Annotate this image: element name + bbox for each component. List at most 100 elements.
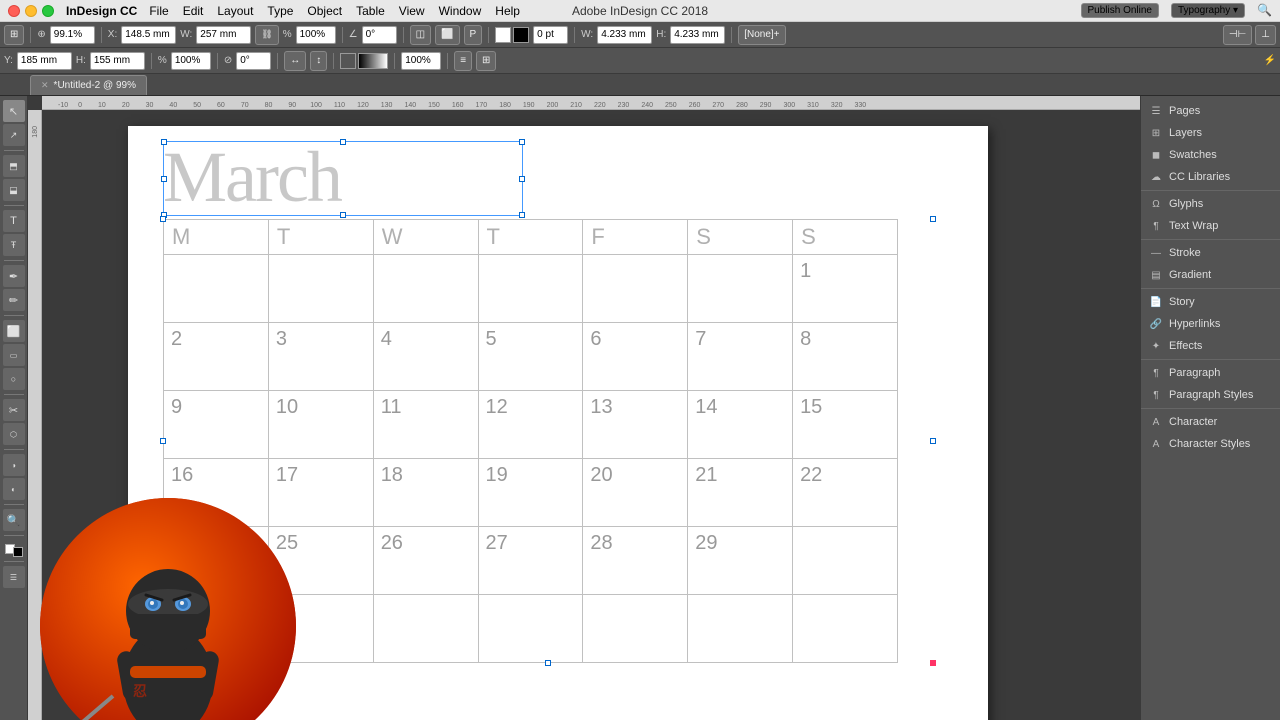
document-tab[interactable]: ✕ *Untitled-2 @ 99%	[30, 75, 147, 95]
angle-input[interactable]	[362, 26, 397, 44]
scale-x-input[interactable]	[296, 26, 336, 44]
x-input[interactable]	[121, 26, 176, 44]
calendar-day[interactable]: 7	[688, 323, 793, 391]
calendar-day[interactable]: 26	[373, 527, 478, 595]
calendar-day[interactable]: 8	[793, 323, 898, 391]
align-left-btn[interactable]: ◫	[410, 25, 431, 45]
calendar-day[interactable]: 1	[793, 255, 898, 323]
type-path-tool[interactable]: Ŧ	[3, 234, 25, 256]
publish-online-btn[interactable]: Publish Online	[1081, 3, 1159, 18]
shear-input[interactable]	[236, 52, 271, 70]
panel-character-styles[interactable]: A Character Styles	[1141, 433, 1280, 455]
panel-gradient[interactable]: ▤ Gradient	[1141, 264, 1280, 286]
calendar-day[interactable]: 13	[583, 391, 688, 459]
menu-file[interactable]: File	[149, 4, 168, 18]
view-mode-btn[interactable]: ☰	[3, 566, 25, 588]
panel-swatches[interactable]: ◼ Swatches	[1141, 144, 1280, 166]
table-handle-tl[interactable]	[160, 216, 166, 222]
y-input[interactable]	[17, 52, 72, 70]
stroke-swatch[interactable]	[513, 27, 529, 43]
zoom-tool[interactable]: 🔍	[3, 509, 25, 531]
calendar-day[interactable]	[478, 595, 583, 663]
panel-effects[interactable]: ✦ Effects	[1141, 335, 1280, 357]
align-center-btn[interactable]: ⬜	[435, 25, 459, 45]
panel-text-wrap[interactable]: ¶ Text Wrap	[1141, 215, 1280, 237]
panel-layers[interactable]: ⊞ Layers	[1141, 122, 1280, 144]
calendar-day[interactable]: 6	[583, 323, 688, 391]
typography-dropdown[interactable]: Typography ▾	[1171, 3, 1245, 18]
panel-cc-libraries[interactable]: ☁ CC Libraries	[1141, 166, 1280, 188]
panel-pages[interactable]: ☰ Pages	[1141, 100, 1280, 122]
calendar-day[interactable]	[164, 255, 269, 323]
calendar-day[interactable]: 21	[688, 459, 793, 527]
close-tab-icon[interactable]: ✕	[41, 80, 49, 91]
panel-glyphs[interactable]: Ω Glyphs	[1141, 193, 1280, 215]
calendar-day[interactable]	[373, 255, 478, 323]
maximize-button[interactable]	[42, 5, 54, 17]
calendar-day[interactable]	[793, 527, 898, 595]
select-tool[interactable]: ↖	[3, 100, 25, 122]
flip-v-btn[interactable]: ↕	[310, 51, 327, 71]
type-tool[interactable]: T	[3, 210, 25, 232]
align-btn[interactable]: ⊥	[1255, 25, 1276, 45]
calendar-day[interactable]	[793, 595, 898, 663]
pen-tool[interactable]: ✒	[3, 265, 25, 287]
calendar-day[interactable]	[688, 255, 793, 323]
stroke-box[interactable]	[13, 547, 23, 557]
scale-y-input[interactable]	[171, 52, 211, 70]
calendar-day[interactable]: 18	[373, 459, 478, 527]
constrain-btn[interactable]: ⛓	[255, 25, 278, 45]
opacity-input[interactable]	[401, 52, 441, 70]
calendar-day[interactable]: 20	[583, 459, 688, 527]
table-handle-br[interactable]	[930, 660, 936, 666]
minimize-button[interactable]	[25, 5, 37, 17]
panel-stroke[interactable]: — Stroke	[1141, 242, 1280, 264]
calendar-day[interactable]	[688, 595, 793, 663]
calendar-day[interactable]: 15	[793, 391, 898, 459]
distribute-btn[interactable]: ⊣⊢	[1223, 25, 1252, 45]
fill-color-swatch[interactable]	[340, 53, 356, 69]
table-handle-bm[interactable]	[545, 660, 551, 666]
calendar-day[interactable]: 29	[688, 527, 793, 595]
calendar-day[interactable]	[583, 595, 688, 663]
distribute-v-btn[interactable]: ⊞	[476, 51, 496, 71]
calendar-day[interactable]	[268, 255, 373, 323]
gradient-tool[interactable]: ◑	[3, 454, 25, 476]
table-handle-tr[interactable]	[930, 216, 936, 222]
table-handle-ml[interactable]	[160, 438, 166, 444]
calendar-day[interactable]: 3	[268, 323, 373, 391]
close-button[interactable]	[8, 5, 20, 17]
ellipse-tool[interactable]: ○	[3, 368, 25, 390]
scissors-tool[interactable]: ✂	[3, 399, 25, 421]
spacing-btn[interactable]: ≡	[454, 51, 472, 71]
calendar-day[interactable]	[373, 595, 478, 663]
none-dropdown[interactable]: [None]+	[738, 25, 785, 45]
rect-frame-tool[interactable]: ⬜	[3, 320, 25, 342]
fill-swatch[interactable]	[495, 27, 511, 43]
calendar-day[interactable]: 11	[373, 391, 478, 459]
traffic-lights[interactable]	[8, 5, 54, 17]
transform-btn[interactable]: P	[464, 25, 483, 45]
stroke-color-swatch[interactable]	[358, 53, 388, 69]
gradient-feather-tool[interactable]: ◐	[3, 478, 25, 500]
panel-hyperlinks[interactable]: 🔗 Hyperlinks	[1141, 313, 1280, 335]
calendar-day[interactable]: 14	[688, 391, 793, 459]
calendar-day[interactable]: 12	[478, 391, 583, 459]
menu-help[interactable]: Help	[495, 4, 520, 18]
calendar-day[interactable]	[583, 255, 688, 323]
search-icon[interactable]: 🔍	[1257, 3, 1272, 18]
zoom-input[interactable]	[50, 26, 95, 44]
calendar-day[interactable]: 4	[373, 323, 478, 391]
w2-input[interactable]	[597, 26, 652, 44]
panel-paragraph[interactable]: ¶ Paragraph	[1141, 362, 1280, 384]
flip-h-btn[interactable]: ↔	[284, 51, 306, 71]
page-tool[interactable]: ⬒	[3, 155, 25, 177]
free-transform-tool[interactable]: ⬡	[3, 423, 25, 445]
calendar-day[interactable]: 22	[793, 459, 898, 527]
canvas-area[interactable]: -10 0 10 20 30 40 50 60 70 80 90 100 110…	[28, 96, 1140, 720]
direct-select-tool[interactable]: ↗	[3, 124, 25, 146]
menu-window[interactable]: Window	[439, 4, 482, 18]
menu-layout[interactable]: Layout	[217, 4, 253, 18]
calendar-day[interactable]: 10	[268, 391, 373, 459]
table-handle-mr[interactable]	[930, 438, 936, 444]
